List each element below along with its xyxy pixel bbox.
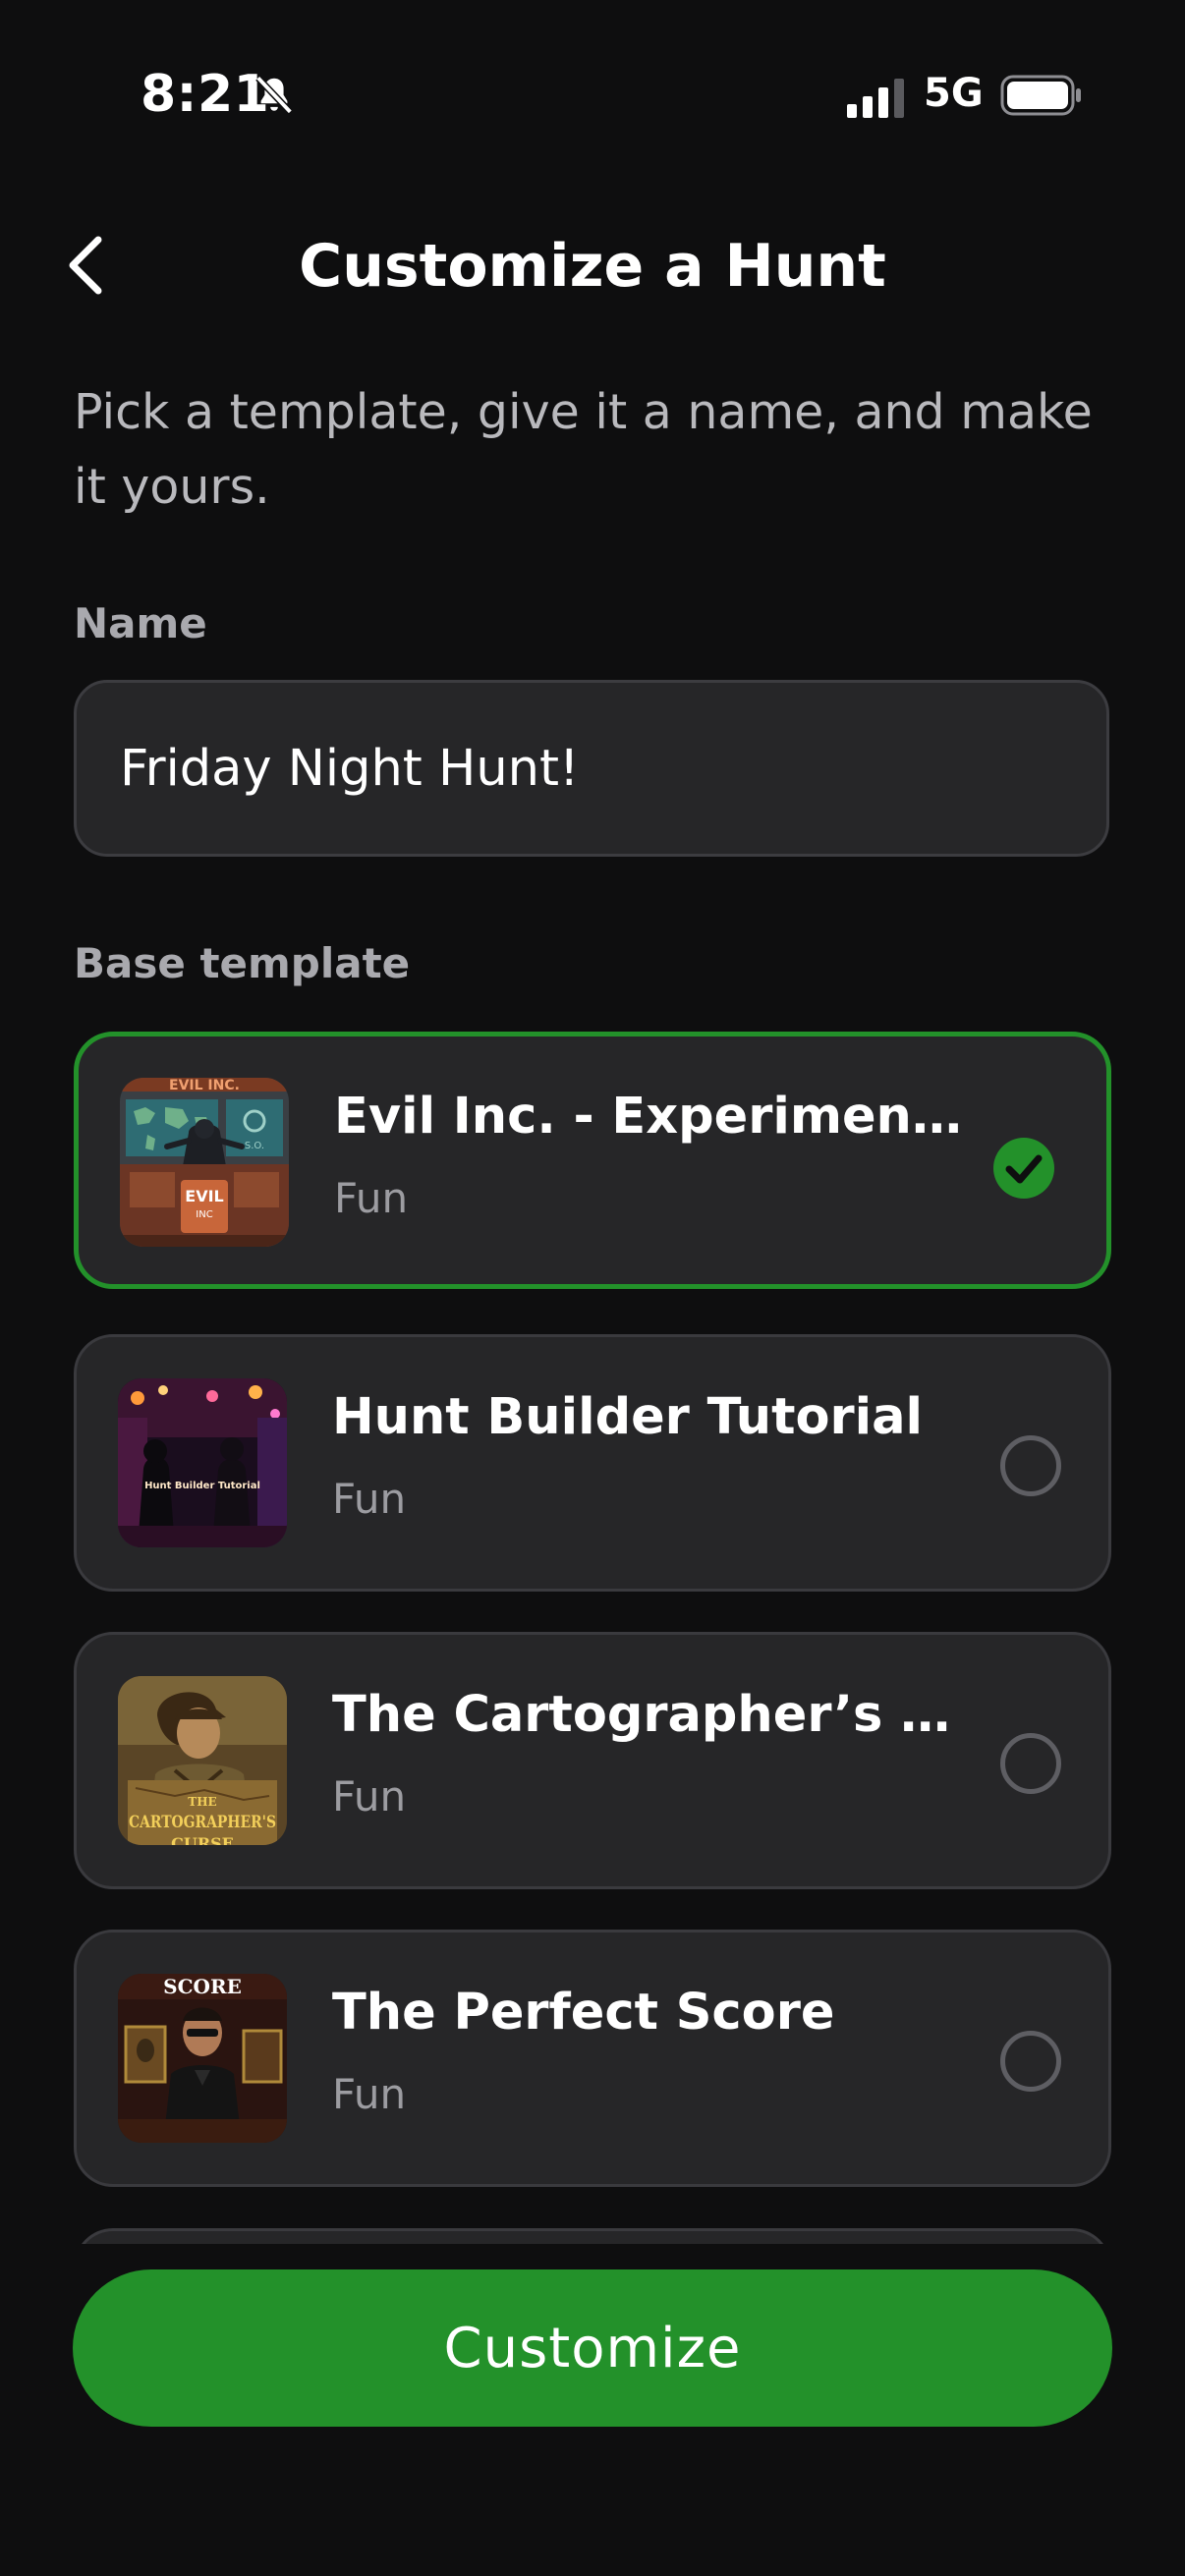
battery-icon [1000, 75, 1081, 116]
template-thumbnail: Hunt Builder Tutorial [118, 1378, 287, 1547]
svg-text:Hunt Builder Tutorial: Hunt Builder Tutorial [144, 1481, 260, 1491]
template-title: Evil Inc. - Experiment #... [334, 1088, 983, 1146]
template-category: Fun [332, 1772, 407, 1820]
template-card-evil-inc[interactable]: EVIL INC. S.O. EVIL INC Evil Inc. - Expe… [74, 1032, 1111, 1289]
svg-text:INC: INC [196, 1209, 212, 1220]
navigation-header: Customize a Hunt [0, 216, 1185, 314]
customize-button[interactable]: Customize [73, 2269, 1112, 2427]
template-card-cartographers-curse[interactable]: THE CARTOGRAPHER'S CURSE The Cartographe… [74, 1632, 1111, 1889]
svg-text:EVIL INC.: EVIL INC. [169, 1078, 240, 1093]
svg-text:CARTOGRAPHER'S: CARTOGRAPHER'S [129, 1813, 276, 1832]
network-type: 5G [924, 71, 984, 116]
svg-text:SCORE: SCORE [163, 1975, 242, 1998]
svg-text:CURSE: CURSE [171, 1834, 234, 1845]
radio-unselected-icon[interactable] [1000, 1435, 1061, 1496]
template-category: Fun [334, 1174, 409, 1222]
name-label: Name [74, 599, 207, 647]
template-thumbnail: EVIL INC. S.O. EVIL INC [120, 1078, 289, 1247]
status-bar: 8:21 5G [0, 0, 1185, 187]
bell-slash-icon [255, 75, 293, 115]
template-category: Fun [332, 1475, 407, 1523]
template-thumbnail: THE CARTOGRAPHER'S CURSE [118, 1676, 287, 1845]
radio-unselected-icon[interactable] [1000, 1733, 1061, 1794]
svg-text:THE: THE [188, 1795, 216, 1809]
template-card-perfect-score[interactable]: SCORE The Perfect Score Fun [74, 1930, 1111, 2187]
checkmark-circle-icon [993, 1138, 1054, 1199]
template-thumbnail: SCORE [118, 1974, 287, 2143]
template-category: Fun [332, 2070, 407, 2118]
page-title: Customize a Hunt [299, 232, 886, 301]
page-description: Pick a template, give it a name, and mak… [74, 384, 1093, 515]
base-template-label: Base template [74, 939, 411, 987]
status-time: 8:21 [141, 65, 270, 124]
svg-text:S.O.: S.O. [245, 1141, 264, 1151]
radio-unselected-icon[interactable] [1000, 2031, 1061, 2092]
template-title: The Cartographer’s Curse [332, 1686, 981, 1744]
name-input[interactable] [74, 680, 1109, 857]
svg-text:EVIL: EVIL [185, 1187, 223, 1205]
template-title: Hunt Builder Tutorial [332, 1388, 924, 1446]
template-title: The Perfect Score [332, 1984, 835, 2042]
signal-icon [847, 79, 904, 118]
template-card-hunt-builder-tutorial[interactable]: Hunt Builder Tutorial Hunt Builder Tutor… [74, 1334, 1111, 1592]
